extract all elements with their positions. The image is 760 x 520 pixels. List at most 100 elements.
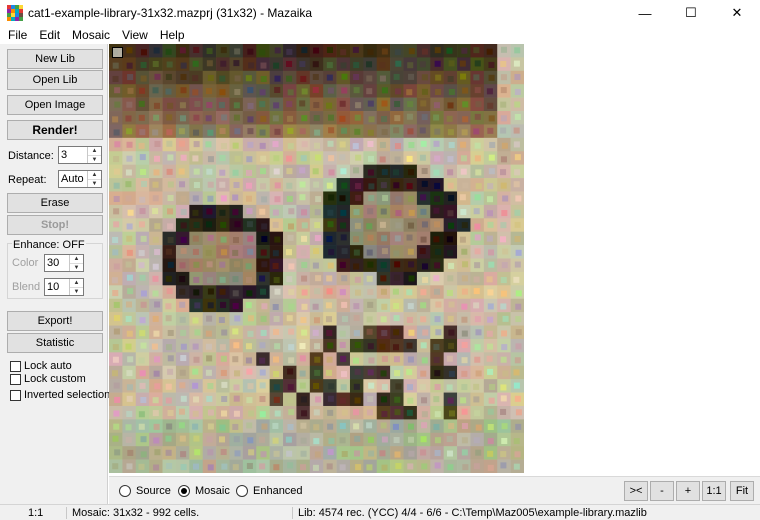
mosaic-tile-detail [355,289,362,296]
mosaic-tile-detail [487,316,494,323]
mosaic-tile-detail [233,436,240,443]
mosaic-tile-detail [300,316,307,324]
mosaic-tile-detail [435,248,442,255]
mosaic-tile-detail [192,423,199,430]
mosaic-tile-detail [326,275,333,282]
spin-up-icon[interactable]: ▲ [70,255,83,263]
mosaic-tile-detail [153,169,160,176]
mosaic-tile-detail [232,302,239,309]
zoom-in-button[interactable]: + [676,481,700,501]
mosaic-tile-detail [260,62,267,69]
spin-down-icon[interactable]: ▼ [70,287,83,296]
mosaic-tile-detail [339,422,346,429]
mosaic-tile-detail [420,208,427,215]
blend-value[interactable]: 10 [45,279,69,295]
color-spinner[interactable]: 30 ▲ ▼ [44,254,84,272]
spin-up-icon[interactable]: ▲ [88,171,101,179]
mosaic-tiles[interactable] [109,44,524,473]
lock-auto-checkbox[interactable]: Lock auto [10,360,72,372]
spin-up-icon[interactable]: ▲ [88,147,101,155]
mosaic-tile-detail [393,73,400,80]
enhanced-radio[interactable]: Enhanced [236,485,303,497]
mosaic-tile-detail [379,221,386,228]
mosaic-tile-detail [220,47,227,54]
mosaic-tile-detail [273,168,280,175]
source-radio[interactable]: Source [119,485,171,497]
mosaic-tile-detail [219,261,226,268]
mosaic-radio[interactable]: Mosaic [178,485,230,497]
status-lib-info: Lib: 4574 rec. (YCC) 4/4 - 6/6 - C:\Temp… [298,507,647,519]
mosaic-tile-detail [234,450,241,457]
mosaic-tile-detail [353,167,360,174]
mosaic-tile-detail [205,115,212,122]
erase-button[interactable]: Erase [7,193,103,213]
status-mosaic-info: Mosaic: 31x32 - 992 cells. [72,507,200,519]
open-image-button[interactable]: Open Image [7,95,103,115]
checkbox-box[interactable] [10,373,21,385]
repeat-spinner[interactable]: Auto ▲ ▼ [58,170,102,188]
mosaic-tile-detail [315,275,322,282]
mosaic-tile-detail [487,450,494,457]
mosaic-tile-detail [326,463,333,470]
mosaic-tile-detail [473,208,480,215]
menu-mosaic[interactable]: Mosaic [66,27,116,43]
menu-help[interactable]: Help [154,27,191,43]
mosaic-tile-detail [192,463,199,470]
lock-custom-checkbox[interactable]: Lock custom [10,373,86,385]
radio-circle[interactable] [236,485,248,497]
shrink-button[interactable]: >< [624,481,648,501]
mosaic-tile-detail [448,195,455,202]
mosaic-tile-detail [461,316,468,323]
mosaic-tile-detail [500,101,507,108]
checkbox-box[interactable] [10,360,21,372]
mosaic-tile-detail [474,248,481,255]
export-button[interactable]: Export! [7,311,103,331]
mosaic-tile-detail [152,410,159,417]
zoom-out-button[interactable]: - [650,481,674,501]
canvas-area[interactable] [109,44,760,476]
mosaic-tile-detail [486,330,493,337]
color-value[interactable]: 30 [45,255,69,271]
statistic-button[interactable]: Statistic [7,333,103,353]
menu-view[interactable]: View [116,27,154,43]
close-button[interactable]: ✕ [714,0,760,26]
checkbox-box[interactable] [10,389,21,401]
repeat-value[interactable]: Auto [59,171,87,187]
mosaic-tile-detail [434,437,441,444]
fit-button[interactable]: Fit [730,481,754,501]
stop-button[interactable]: Stop! [7,215,103,235]
spin-up-icon[interactable]: ▲ [70,279,83,287]
selection-corner-icon[interactable] [112,47,123,58]
new-lib-button[interactable]: New Lib [7,49,103,69]
mosaic-tile-detail [138,423,145,430]
open-lib-button[interactable]: Open Lib [7,70,103,90]
zoom-1to1-button[interactable]: 1:1 [702,481,726,501]
maximize-button[interactable]: ☐ [668,0,714,26]
mosaic-tile-detail [353,383,360,390]
mosaic-tile-detail [474,60,481,67]
mosaic-image[interactable] [109,44,524,473]
blend-spinner[interactable]: 10 ▲ ▼ [44,278,84,296]
radio-circle[interactable] [119,485,131,497]
spin-down-icon[interactable]: ▼ [88,155,101,164]
repeat-label: Repeat: [8,174,47,186]
menu-file[interactable]: File [2,27,33,43]
radio-circle-selected[interactable] [178,485,190,497]
distance-spinner[interactable]: 3 ▲ ▼ [58,146,102,164]
render-button[interactable]: Render! [7,120,103,140]
menu-edit[interactable]: Edit [33,27,66,43]
distance-value[interactable]: 3 [59,147,87,163]
mosaic-tile-detail [125,169,132,176]
minimize-button[interactable]: — [622,0,668,26]
mosaic-tile-detail [341,182,348,189]
mosaic-tile-detail [341,127,348,134]
mosaic-tile-detail [422,276,429,283]
spin-down-icon[interactable]: ▼ [70,263,83,272]
mosaic-tile-detail [126,128,133,135]
mosaic-tile-detail [138,250,145,257]
mosaic-tile-detail [435,301,442,308]
spin-down-icon[interactable]: ▼ [88,179,101,188]
mosaic-tile-detail [461,275,468,282]
inverted-selection-checkbox[interactable]: Inverted selection [10,389,110,401]
mosaic-tile-detail [513,276,520,283]
